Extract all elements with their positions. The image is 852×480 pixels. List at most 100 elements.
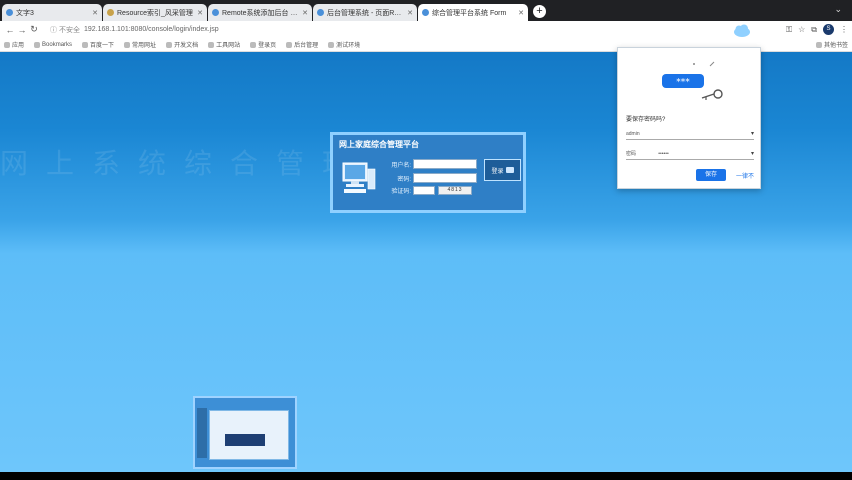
tab-favicon-icon [6,9,13,16]
username-label: 用户名: [391,162,411,169]
captcha-row: 验证码: 4813 [379,186,472,195]
captcha-label: 验证码: [391,189,411,195]
browser-tab-1[interactable]: 文字3 ✕ [2,4,102,21]
password-field[interactable]: 密码 •••••• ▾ [626,148,754,160]
password-illustration-icon: *** [662,61,723,100]
bookmark-item[interactable]: 测试环境 [328,40,360,49]
tab-title: 综合管理平台系统 Form [432,9,507,17]
taskbar-strip [0,472,852,480]
browser-tab-4[interactable]: 后台管理系统 - 页面Report ✕ [313,4,417,21]
computer-icon [342,162,376,193]
close-icon[interactable]: ✕ [302,9,308,17]
login-button-label: 登录 [491,168,504,175]
tab-title: 后台管理系统 - 页面Report [327,9,405,17]
thumbnail-sidebar [197,408,207,458]
menu-icon[interactable]: ⋮ [840,25,848,34]
toolbar-icons: ⚿ ☆ ⧉ S ⋮ [786,24,848,35]
close-icon[interactable]: ✕ [407,9,413,17]
close-icon[interactable]: ✕ [197,9,203,17]
forward-icon[interactable]: → [16,25,28,35]
tab-favicon-icon [422,9,429,16]
key-icon[interactable]: ⚿ [786,25,792,35]
browser-toolbar: ← → ↻ ⓘ 不安全 192.168.1.101:8080/console/l… [0,21,852,38]
bookmark-label: 开发文档 [174,43,199,49]
captcha-image[interactable]: 4813 [438,186,472,195]
close-icon[interactable]: ✕ [92,9,98,17]
bookmark-item[interactable]: 开发文档 [166,40,198,49]
username-select[interactable]: admin ▾ [626,128,754,140]
back-icon[interactable]: ← [4,25,16,35]
folder-icon [124,41,131,48]
password-label: 密码: [397,176,411,183]
tab-strip: 文字3 ✕ Resource索引_风采管理 ✕ Remote系统添加后台 服务 … [0,0,852,21]
folder-icon [815,41,822,48]
bookmark-label: 应用 [12,43,25,49]
tab-favicon-icon [317,9,324,16]
star-icon[interactable]: ☆ [798,25,805,34]
bookmark-item[interactable]: 常用网址 [124,40,156,49]
never-save-button[interactable]: 一律不 [736,171,754,180]
bookmark-favicon-icon [34,41,41,48]
tab-title: Resource索引_风采管理 [117,9,193,17]
cloud-extension-icon[interactable] [733,24,751,38]
username-input[interactable] [413,159,477,169]
captcha-input[interactable] [413,186,435,195]
password-input[interactable] [413,173,477,183]
browser-tab-5-active[interactable]: 综合管理平台系统 Form ✕ [418,4,528,21]
bookmark-label: 常用网址 [132,43,157,49]
password-value: •••••• [658,150,669,157]
apps-icon [4,41,10,48]
other-bookmarks[interactable]: 其他书签 [815,40,848,49]
password-save-popup: *** 要保存密码吗? admin ▾ 密码 •••••• ▾ 保存 一律不 [617,47,761,189]
popup-actions: 保存 一律不 [626,169,754,181]
chevron-down-icon: ▾ [750,131,754,137]
bookmark-item[interactable]: 登录页 [250,40,276,49]
login-button[interactable]: 登录 [484,159,521,181]
bookmark-item[interactable]: 后台管理 [286,40,318,49]
thumbnail-window[interactable] [193,396,297,469]
bookmark-favicon-icon [328,41,335,48]
bookmark-label: 登录页 [258,43,277,49]
profile-avatar[interactable]: S [823,24,834,35]
bookmark-item[interactable]: 百度一下 [82,40,114,49]
bookmark-label: 后台管理 [294,43,319,49]
close-icon[interactable]: ✕ [518,9,524,17]
reload-icon[interactable]: ↻ [28,24,40,35]
tab-title: Remote系统添加后台 服务 [222,9,300,17]
username-row: 用户名: [379,159,477,169]
bookmark-favicon-icon [286,41,293,48]
browser-tab-2[interactable]: Resource索引_风采管理 ✕ [103,4,207,21]
tab-title: 文字3 [16,9,34,17]
bookmark-favicon-icon [82,41,89,48]
chevron-down-icon[interactable]: ▾ [751,150,754,157]
thumbnail-image [225,434,265,446]
password-field-label: 密码 [626,151,637,157]
tab-favicon-icon [107,9,114,16]
bookmark-label: Bookmarks [42,41,73,48]
username-value: admin [626,130,640,137]
bookmark-favicon-icon [250,41,257,48]
popup-heading: 要保存密码吗? [626,117,666,123]
browser-tab-3[interactable]: Remote系统添加后台 服务 ✕ [208,4,312,21]
site-info-icon[interactable]: ⓘ 不安全 [50,25,80,35]
new-tab-button[interactable]: + [533,5,546,18]
bookmark-label: 百度一下 [90,43,115,49]
tab-favicon-icon [212,9,219,16]
bookmark-item[interactable]: 应用 [4,40,24,49]
folder-icon [166,41,173,48]
address-bar[interactable]: ⓘ 不安全 192.168.1.101:8080/console/login/i… [46,24,780,36]
bookmark-label: 测试环境 [336,43,361,49]
extensions-icon[interactable]: ⧉ [811,25,817,35]
login-title: 网上家庭综合管理平台 [339,140,419,149]
bookmark-favicon-icon [208,41,215,48]
save-password-button[interactable]: 保存 [695,169,726,181]
bookmark-item[interactable]: Bookmarks [34,41,73,48]
url-text: 192.168.1.101:8080/console/login/index.j… [83,26,219,33]
bookmark-label: 其他书签 [823,43,848,49]
bookmark-label: 工具网站 [216,43,241,49]
tab-search-icon[interactable]: ⌄ [834,4,842,15]
bookmark-item[interactable]: 工具网站 [208,40,240,49]
arrow-icon [505,167,514,173]
masked-preview: *** [676,78,690,88]
login-panel: 网上家庭综合管理平台 用户名: 密码: 验证码: 4813 登录 [330,132,526,213]
